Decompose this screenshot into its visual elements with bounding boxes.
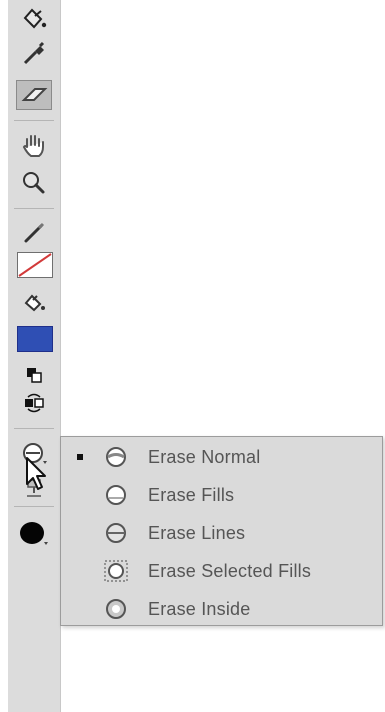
menu-item-erase-fills[interactable]: Erase Fills — [61, 477, 382, 513]
tools-panel — [8, 0, 61, 712]
eraser-shape-tool[interactable] — [16, 518, 52, 548]
mouse-cursor-icon — [26, 457, 46, 490]
stroke-color-tool[interactable] — [16, 218, 52, 248]
hand-tool[interactable] — [16, 130, 52, 160]
erase-fills-icon — [106, 485, 126, 505]
swap-colors-icon — [19, 391, 49, 415]
erase-lines-icon — [106, 523, 126, 543]
toolbar-separator — [14, 208, 54, 209]
menu-item-erase-lines[interactable]: Erase Lines — [61, 515, 382, 551]
zoom-icon — [19, 169, 49, 197]
toolbar-separator — [14, 428, 54, 429]
menu-item-label: Erase Fills — [148, 485, 235, 505]
erase-inside-icon — [106, 599, 126, 619]
checkmark-icon — [77, 454, 83, 460]
eyedropper-tool[interactable] — [16, 38, 52, 68]
fill-color-swatch[interactable] — [17, 326, 53, 352]
default-colors-tool[interactable] — [16, 360, 52, 390]
paint-bucket-tool[interactable] — [16, 4, 52, 34]
paint-bucket-icon — [19, 6, 49, 32]
swap-colors-tool[interactable] — [16, 388, 52, 418]
zoom-tool[interactable] — [16, 168, 52, 198]
eraser-shape-icon — [17, 518, 51, 548]
toolbar-separator — [14, 120, 54, 121]
menu-item-erase-normal[interactable]: Erase Normal — [61, 439, 382, 475]
menu-item-label: Erase Normal — [148, 447, 261, 467]
no-color-slash-icon — [18, 253, 52, 277]
paint-bucket-icon — [19, 290, 49, 316]
fill-color-tool[interactable] — [16, 288, 52, 318]
menu-item-erase-inside[interactable]: Erase Inside — [61, 591, 382, 627]
eraser-icon — [19, 84, 49, 106]
hand-icon — [19, 131, 49, 159]
toolbar-separator — [14, 506, 54, 507]
pencil-icon — [19, 220, 49, 246]
default-colors-icon — [19, 364, 49, 386]
stroke-color-swatch[interactable] — [17, 252, 53, 278]
menu-item-label: Erase Selected Fills — [148, 561, 312, 581]
eraser-tool[interactable] — [16, 80, 52, 110]
eyedropper-icon — [19, 39, 49, 67]
erase-selected-fills-icon — [104, 560, 128, 582]
eraser-mode-menu: Erase Normal Erase Fills Erase Lines Era… — [60, 436, 383, 626]
menu-item-label: Erase Inside — [148, 599, 251, 619]
menu-item-label: Erase Lines — [148, 523, 246, 543]
screen: Erase Normal Erase Fills Erase Lines Era… — [0, 0, 385, 712]
erase-normal-icon — [106, 447, 126, 467]
menu-item-erase-selected-fills[interactable]: Erase Selected Fills — [61, 553, 382, 589]
